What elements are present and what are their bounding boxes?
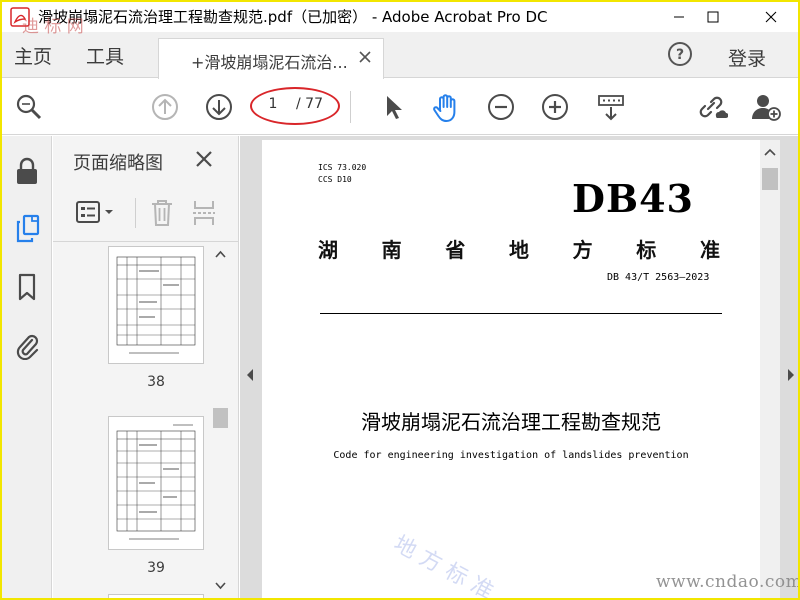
heading-char: 湖 bbox=[318, 238, 338, 262]
collapse-right-pane-icon[interactable] bbox=[786, 368, 796, 382]
standard-number: DB 43/T 2563—2023 bbox=[607, 272, 710, 283]
heading-char: 地 bbox=[508, 238, 529, 262]
province-standard-heading: 湖 南 省 地 方 标 准 bbox=[318, 234, 720, 263]
page-navigator: / 77 bbox=[250, 87, 340, 125]
svg-text:?: ? bbox=[676, 47, 684, 63]
panel-close-icon[interactable] bbox=[195, 150, 213, 168]
home-menu[interactable]: 主页 bbox=[14, 42, 52, 69]
close-icon bbox=[765, 11, 777, 23]
ics-code: ICS 73.020 bbox=[318, 163, 367, 172]
url-watermark: www.cndao.com bbox=[656, 572, 798, 592]
document-tab-label: +滑坡崩塌泥石流治... bbox=[191, 53, 348, 72]
delete-page-icon[interactable] bbox=[149, 198, 175, 228]
thumbnails-scroll-thumb[interactable] bbox=[213, 408, 228, 428]
add-user-icon[interactable] bbox=[750, 92, 782, 122]
maximize-button[interactable] bbox=[690, 2, 736, 32]
heading-char: 省 bbox=[445, 238, 466, 262]
pdf-page: ICS 73.020 CCS D10 DB43 湖 南 省 地 方 标 准 DB… bbox=[262, 140, 760, 598]
find-zoom-icon[interactable] bbox=[14, 92, 44, 122]
document-subtitle: Code for engineering investigation of la… bbox=[333, 450, 689, 461]
page-39-preview bbox=[116, 424, 196, 540]
page-thumbnails-icon[interactable] bbox=[14, 214, 42, 244]
heading-char: 准 bbox=[699, 238, 720, 262]
red-highlight-oval bbox=[250, 87, 340, 125]
left-navigation-rail bbox=[2, 136, 52, 598]
document-title: 滑坡崩塌泥石流治理工程勘查规范 bbox=[361, 410, 661, 434]
document-scroll-thumb[interactable] bbox=[762, 168, 778, 190]
previous-page-icon[interactable] bbox=[150, 92, 180, 122]
scroll-up-icon[interactable] bbox=[215, 250, 226, 258]
document-scrollbar[interactable] bbox=[760, 140, 780, 598]
document-tab[interactable]: +滑坡崩塌泥石流治... bbox=[158, 38, 384, 79]
heading-char: 标 bbox=[636, 238, 657, 262]
thumbnail-label-38: 38 bbox=[147, 374, 165, 390]
document-viewport[interactable]: ICS 73.020 CCS D10 DB43 湖 南 省 地 方 标 准 DB… bbox=[240, 136, 798, 598]
select-cursor-icon[interactable] bbox=[378, 92, 408, 122]
zoom-in-icon[interactable] bbox=[540, 92, 570, 122]
insert-page-icon[interactable] bbox=[191, 198, 217, 228]
page-display-icon[interactable] bbox=[596, 92, 626, 122]
ics-ccs-codes: ICS 73.020 CCS D10 bbox=[318, 162, 366, 186]
next-page-icon[interactable] bbox=[204, 92, 234, 122]
tools-menu[interactable]: 工具 bbox=[86, 42, 124, 69]
toolbar-divider bbox=[350, 91, 351, 123]
toolbar: / 77 bbox=[2, 79, 798, 135]
share-link-icon[interactable] bbox=[696, 92, 728, 122]
page-thumbnail-next[interactable] bbox=[108, 594, 204, 598]
tab-close-icon[interactable] bbox=[359, 51, 371, 63]
thumbnails-toolbar-divider bbox=[135, 198, 136, 228]
ccs-code: CCS D10 bbox=[318, 175, 352, 184]
help-icon[interactable]: ? bbox=[666, 40, 694, 68]
thumbnail-label-39: 39 bbox=[147, 560, 165, 576]
close-window-button[interactable] bbox=[748, 2, 794, 32]
acrobat-window: 滑坡崩塌泥石流治理工程勘查规范.pdf（已加密） - Adobe Acrobat… bbox=[2, 2, 798, 598]
paperclip-icon[interactable] bbox=[14, 330, 40, 360]
thumbnail-options-icon[interactable] bbox=[75, 200, 119, 226]
page-thumbnail-38[interactable] bbox=[108, 246, 204, 364]
heading-rule bbox=[320, 313, 722, 314]
standard-mark: DB43 bbox=[572, 176, 694, 221]
scroll-down-icon[interactable] bbox=[215, 582, 226, 590]
page-thumbnail-39[interactable] bbox=[108, 416, 204, 550]
login-button[interactable]: 登录 bbox=[728, 44, 766, 71]
window-title: 滑坡崩塌泥石流治理工程勘查规范.pdf（已加密） - Adobe Acrobat… bbox=[38, 8, 548, 26]
menu-bar: 主页 工具 +滑坡崩塌泥石流治... ? 登录 bbox=[2, 32, 798, 79]
thumbnails-scrollbar[interactable] bbox=[210, 246, 231, 596]
hand-tool-icon[interactable] bbox=[430, 92, 462, 124]
page-38-preview bbox=[116, 256, 196, 354]
thumbnails-panel: 页面缩略图 38 39 bbox=[53, 136, 239, 598]
minimize-icon bbox=[674, 16, 684, 18]
maximize-icon bbox=[707, 11, 719, 23]
collapse-left-pane-icon[interactable] bbox=[245, 368, 255, 382]
lock-icon[interactable] bbox=[14, 156, 40, 186]
logo-watermark: 迪 标 网 bbox=[22, 17, 84, 37]
heading-char: 方 bbox=[572, 238, 593, 262]
title-bar: 滑坡崩塌泥石流治理工程勘查规范.pdf（已加密） - Adobe Acrobat… bbox=[2, 2, 798, 32]
doc-scroll-up-icon[interactable] bbox=[764, 148, 776, 156]
bookmark-icon[interactable] bbox=[14, 272, 40, 302]
thumbnails-panel-title: 页面缩略图 bbox=[73, 153, 163, 174]
zoom-out-icon[interactable] bbox=[486, 92, 516, 122]
heading-char: 南 bbox=[381, 238, 402, 262]
thumbnails-toolbar bbox=[53, 184, 239, 242]
